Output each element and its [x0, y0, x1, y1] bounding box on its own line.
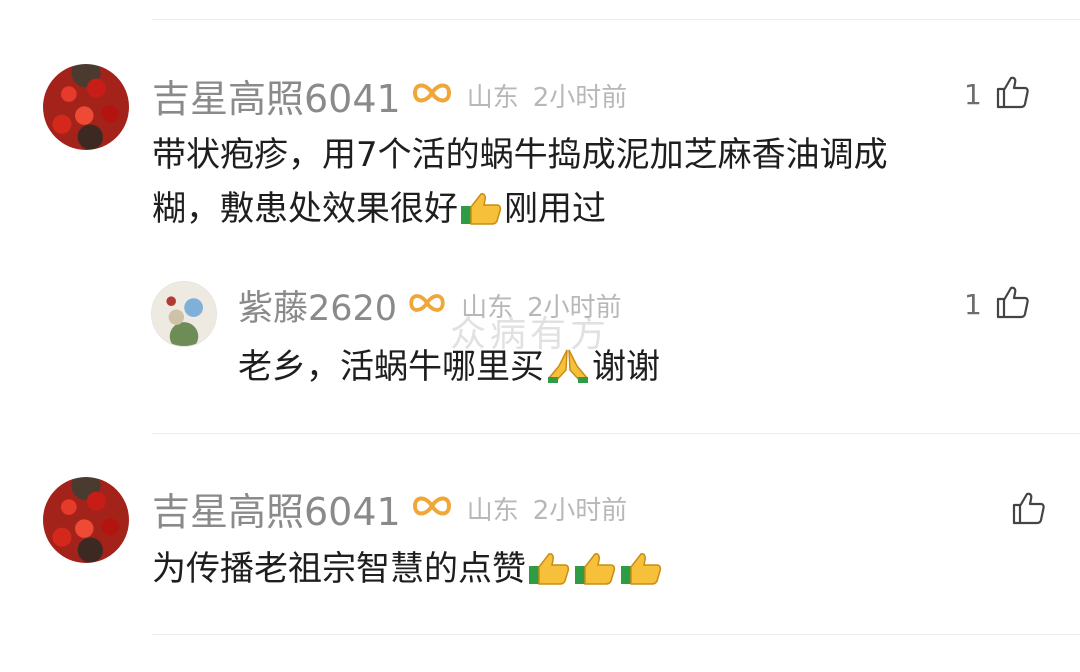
timestamp: 2小时前: [532, 82, 628, 113]
location-label: 山东: [466, 495, 519, 526]
thumbs-up-emoji: [573, 548, 617, 602]
infinity-badge-icon: [411, 492, 453, 524]
comment-text: 带状疱疹，用7个活的蜗牛捣成泥加芝麻香油调成 糊，敷患处效果很好 刚用过: [152, 128, 888, 242]
thumbs-up-emoji: [619, 548, 663, 602]
like-count: 1: [964, 77, 982, 111]
like-button[interactable]: 1: [964, 74, 1030, 114]
bottom-divider: [152, 634, 1080, 635]
user-avatar[interactable]: [43, 477, 129, 563]
username[interactable]: 紫藤2620: [238, 280, 397, 331]
comment-meta: 吉星高照6041 山东 2小时前: [152, 72, 628, 121]
thumbs-up-icon: [994, 74, 1030, 114]
timestamp: 2小时前: [532, 495, 628, 526]
username[interactable]: 吉星高照6041: [152, 68, 401, 123]
comment-divider: [152, 433, 1080, 434]
top-divider: [152, 19, 1080, 20]
thumbs-up-emoji: [527, 548, 571, 602]
infinity-badge-icon: [407, 290, 447, 320]
watermark-text: 众病有方: [450, 314, 611, 355]
location-label: 山东: [466, 82, 519, 113]
like-button[interactable]: [998, 490, 1046, 530]
comment-meta: 吉星高照6041 山东 2小时前: [152, 485, 628, 534]
thumbs-up-emoji: [459, 188, 503, 242]
thumbs-up-icon: [994, 284, 1030, 324]
like-button[interactable]: 1: [964, 284, 1030, 324]
infinity-badge-icon: [411, 79, 453, 111]
user-avatar[interactable]: [43, 64, 129, 150]
comment-text: 为传播老祖宗智慧的点赞: [152, 542, 664, 602]
like-count: 1: [964, 287, 982, 321]
user-avatar[interactable]: [151, 281, 217, 347]
username[interactable]: 吉星高照6041: [152, 481, 401, 536]
thumbs-up-icon: [1010, 490, 1046, 530]
